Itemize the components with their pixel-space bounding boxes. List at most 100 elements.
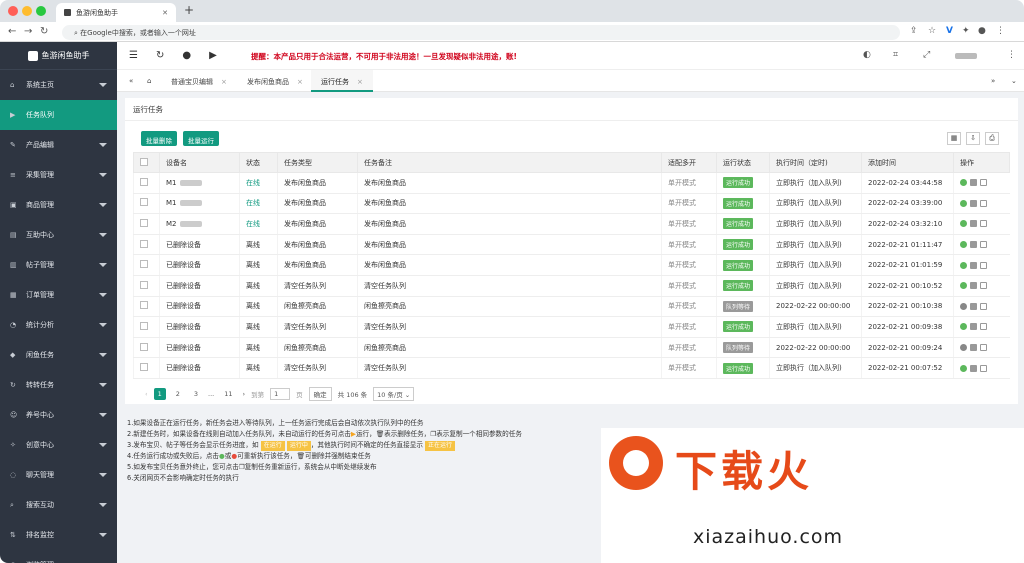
row-checkbox[interactable]: [140, 177, 148, 186]
row-select-cell[interactable]: [133, 337, 160, 359]
copy-icon[interactable]: [980, 199, 987, 207]
sidebar-item-12[interactable]: ✧ 创意中心: [0, 430, 117, 460]
batch-delete-button[interactable]: 批量删除: [141, 131, 177, 146]
fullscreen-icon[interactable]: ⤢: [923, 50, 930, 60]
copy-icon[interactable]: [980, 261, 987, 269]
page-11[interactable]: 11: [220, 388, 236, 400]
row-checkbox[interactable]: [140, 280, 148, 289]
user-avatar[interactable]: [955, 53, 977, 59]
trash-icon[interactable]: [970, 199, 977, 207]
rerun-icon[interactable]: [960, 364, 967, 372]
row-select-cell[interactable]: [133, 172, 160, 194]
row-select-cell[interactable]: [133, 234, 160, 256]
print-icon[interactable]: ⎙: [985, 132, 999, 145]
row-select-cell[interactable]: [133, 254, 160, 276]
row-checkbox[interactable]: [140, 321, 148, 330]
maximize-window-button[interactable]: [36, 6, 46, 16]
per-page-select[interactable]: 10 条/页 ⌄: [373, 387, 415, 401]
copy-icon[interactable]: [980, 323, 987, 331]
trash-icon[interactable]: [970, 344, 977, 352]
rerun-icon[interactable]: [960, 241, 967, 249]
row-checkbox[interactable]: [140, 363, 148, 372]
close-window-button[interactable]: [8, 6, 18, 16]
goto-confirm-button[interactable]: 确定: [308, 387, 332, 401]
sidebar-item-2[interactable]: ✎ 产品编辑: [0, 130, 117, 160]
sidebar-item-16[interactable]: ◉浏览管理: [0, 550, 117, 563]
rerun-icon[interactable]: [960, 344, 967, 352]
tag-icon[interactable]: ⌗: [893, 50, 898, 60]
tabs-menu-icon[interactable]: ⌄: [1001, 70, 1024, 92]
extensions-icon[interactable]: ✦: [962, 26, 970, 36]
copy-icon[interactable]: [980, 364, 987, 372]
columns-icon[interactable]: ▦: [947, 132, 961, 145]
page-input[interactable]: 1: [270, 388, 291, 400]
avatar[interactable]: ●: [978, 26, 986, 36]
page-2[interactable]: 2: [172, 388, 184, 400]
back-icon[interactable]: ←: [8, 26, 16, 37]
next-page-icon[interactable]: ›: [243, 390, 246, 398]
row-select-cell[interactable]: [133, 357, 160, 379]
sidebar-item-9[interactable]: ◆ 闲鱼任务: [0, 340, 117, 370]
reload-icon[interactable]: ↻: [40, 26, 48, 37]
trash-icon[interactable]: [970, 282, 977, 290]
trash-icon[interactable]: [970, 179, 977, 187]
close-tab-icon[interactable]: ×: [297, 78, 303, 86]
sidebar-item-3[interactable]: ≡ 采集管理: [0, 160, 117, 190]
row-checkbox[interactable]: [140, 218, 148, 227]
sidebar-item-1[interactable]: ▶ 任务队列: [0, 100, 117, 130]
sidebar-item-8[interactable]: ◔ 统计分析: [0, 310, 117, 340]
copy-icon[interactable]: [980, 220, 987, 228]
prev-page-icon[interactable]: ‹: [145, 390, 148, 398]
address-input[interactable]: ⌕ 在Google中搜索，或者输入一个网址: [62, 25, 900, 40]
copy-icon[interactable]: [980, 282, 987, 290]
rerun-icon[interactable]: [960, 220, 967, 228]
rerun-icon[interactable]: [960, 302, 967, 310]
sidebar-item-0[interactable]: ⌂ 系统主页: [0, 70, 117, 100]
sidebar-item-11[interactable]: ☺ 养号中心: [0, 400, 117, 430]
extension-v-icon[interactable]: V: [946, 26, 953, 36]
sidebar-item-13[interactable]: ◌ 聊天管理: [0, 460, 117, 490]
new-tab-button[interactable]: +: [184, 3, 194, 17]
select-all-cell[interactable]: [133, 152, 160, 173]
trash-icon[interactable]: [970, 220, 977, 228]
copy-icon[interactable]: [980, 241, 987, 249]
trash-icon[interactable]: [970, 323, 977, 331]
browser-tab[interactable]: 鱼游闲鱼助手 ✕: [56, 3, 176, 22]
minimize-window-button[interactable]: [22, 6, 32, 16]
sidebar-item-10[interactable]: ↻ 转转任务: [0, 370, 117, 400]
batch-run-button[interactable]: 批量运行: [183, 131, 219, 146]
menu-toggle-icon[interactable]: ☰: [129, 50, 138, 61]
home-tab-icon[interactable]: ⌂: [137, 70, 161, 92]
more-vertical-icon[interactable]: ⋮: [1007, 50, 1016, 60]
row-select-cell[interactable]: [133, 296, 160, 318]
select-all-checkbox[interactable]: [140, 157, 148, 166]
close-tab-icon[interactable]: ×: [357, 78, 363, 86]
row-checkbox[interactable]: [140, 198, 148, 207]
row-select-cell[interactable]: [133, 275, 160, 297]
export-icon[interactable]: ⇩: [966, 132, 980, 145]
tab-normal-edit[interactable]: 普通宝贝编辑 ×: [161, 70, 237, 92]
trash-icon[interactable]: [970, 241, 977, 249]
row-checkbox[interactable]: [140, 342, 148, 351]
copy-icon[interactable]: [980, 302, 987, 310]
close-tab-icon[interactable]: ✕: [162, 9, 168, 17]
page-3[interactable]: 3: [190, 388, 202, 400]
row-checkbox[interactable]: [140, 260, 148, 269]
chat-icon[interactable]: ●: [182, 50, 191, 61]
rerun-icon[interactable]: [960, 199, 967, 207]
page-1[interactable]: 1: [153, 388, 166, 400]
more-icon[interactable]: ⋮: [996, 26, 1005, 36]
rerun-icon[interactable]: [960, 323, 967, 331]
rerun-icon[interactable]: [960, 282, 967, 290]
refresh-icon[interactable]: ↻: [156, 50, 164, 61]
sidebar-item-5[interactable]: ▤ 互助中心: [0, 220, 117, 250]
copy-icon[interactable]: [980, 344, 987, 352]
play-icon[interactable]: ▶: [209, 50, 217, 61]
theme-icon[interactable]: ◐: [863, 50, 871, 60]
tab-run-tasks[interactable]: 运行任务 ×: [311, 70, 373, 92]
trash-icon[interactable]: [970, 364, 977, 372]
tab-publish[interactable]: 发布闲鱼商品 ×: [237, 70, 313, 92]
close-tab-icon[interactable]: ×: [221, 78, 227, 86]
forward-icon[interactable]: →: [24, 26, 32, 37]
sidebar-item-15[interactable]: ⇅ 排名监控: [0, 520, 117, 550]
